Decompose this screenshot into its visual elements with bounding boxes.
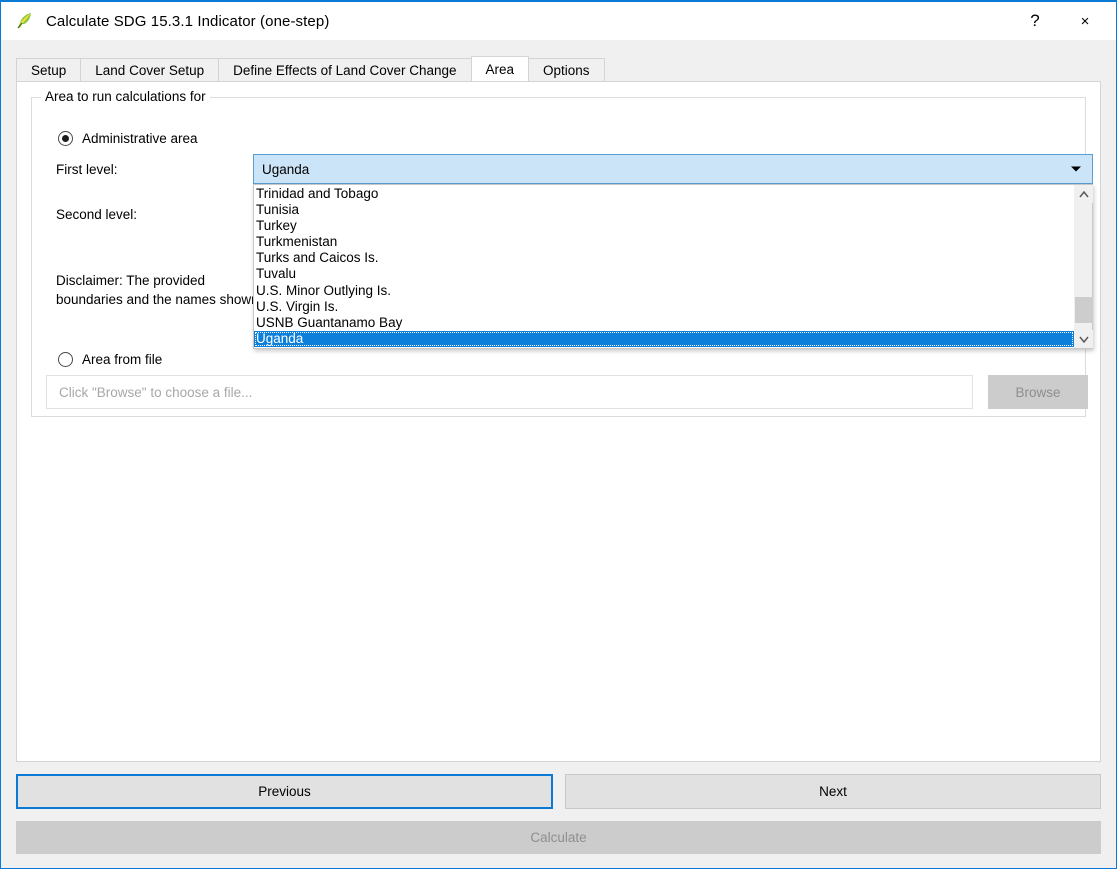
dropdown-scrollbar[interactable] — [1074, 185, 1092, 348]
leaf-icon — [15, 11, 35, 31]
first-level-combobox[interactable]: Uganda — [253, 154, 1093, 184]
title-bar: Calculate SDG 15.3.1 Indicator (one-step… — [1, 2, 1116, 40]
window-title: Calculate SDG 15.3.1 Indicator (one-step… — [46, 13, 329, 30]
radio-area-from-file-label: Area from file — [82, 352, 162, 367]
list-item[interactable]: Tunisia — [254, 202, 1074, 218]
radio-area-from-file[interactable]: Area from file — [58, 352, 162, 367]
tab-define-effects-of-land-cover-change[interactable]: Define Effects of Land Cover Change — [218, 58, 471, 81]
list-item[interactable]: USNB Guantanamo Bay — [254, 315, 1074, 331]
tab-content-panel: Area to run calculations for Administrat… — [16, 81, 1101, 762]
list-item[interactable]: U.S. Virgin Is. — [254, 299, 1074, 315]
chevron-up-icon[interactable] — [1075, 185, 1093, 203]
list-item[interactable]: Tuvalu — [254, 266, 1074, 282]
disclaimer-text: Disclaimer: The provided boundaries and … — [56, 271, 266, 311]
first-level-combobox-value: Uganda — [254, 162, 309, 177]
list-item[interactable]: U.S. Minor Outlying Is. — [254, 283, 1074, 299]
area-file-input[interactable]: Click "Browse" to choose a file... — [46, 375, 973, 409]
first-level-dropdown-list[interactable]: Trinidad and Tobago Tunisia Turkey Turkm… — [253, 184, 1093, 349]
list-item[interactable]: Turks and Caicos Is. — [254, 250, 1074, 266]
browse-button[interactable]: Browse — [988, 375, 1088, 409]
dialog-window: Calculate SDG 15.3.1 Indicator (one-step… — [0, 0, 1117, 869]
tab-setup[interactable]: Setup — [16, 58, 81, 81]
radio-area-from-file-mark — [58, 352, 73, 367]
tab-area[interactable]: Area — [471, 56, 530, 81]
tab-land-cover-setup[interactable]: Land Cover Setup — [80, 58, 219, 81]
help-button[interactable]: ? — [1012, 2, 1058, 40]
area-group-box: Area to run calculations for Administrat… — [31, 97, 1086, 417]
group-box-title: Area to run calculations for — [41, 89, 210, 104]
tab-bar: Setup Land Cover Setup Define Effects of… — [16, 58, 604, 81]
radio-administrative-area-mark — [58, 131, 73, 146]
radio-administrative-area-label: Administrative area — [82, 131, 198, 146]
dropdown-items: Trinidad and Tobago Tunisia Turkey Turkm… — [254, 185, 1074, 348]
tab-options[interactable]: Options — [528, 58, 605, 81]
chevron-down-icon — [1071, 167, 1081, 172]
scrollbar-thumb[interactable] — [1075, 297, 1093, 323]
area-file-placeholder: Click "Browse" to choose a file... — [47, 385, 252, 400]
list-item[interactable]: Turkey — [254, 218, 1074, 234]
next-button[interactable]: Next — [565, 774, 1101, 809]
list-item[interactable]: Trinidad and Tobago — [254, 186, 1074, 202]
radio-administrative-area[interactable]: Administrative area — [58, 131, 198, 146]
calculate-button[interactable]: Calculate — [16, 821, 1101, 854]
chevron-down-icon[interactable] — [1075, 330, 1093, 348]
previous-button[interactable]: Previous — [16, 774, 553, 809]
list-item-selected[interactable]: Uganda — [254, 331, 1074, 347]
second-level-label: Second level: — [56, 207, 137, 222]
list-item[interactable]: Turkmenistan — [254, 234, 1074, 250]
close-button[interactable]: × — [1062, 2, 1108, 40]
first-level-label: First level: — [56, 162, 118, 177]
